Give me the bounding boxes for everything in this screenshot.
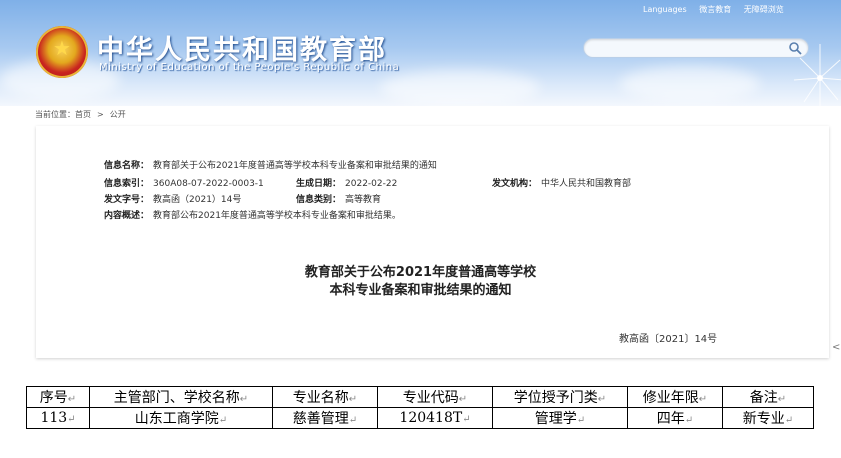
table-header-cell: 序号↵ xyxy=(26,386,90,408)
meta-summary-value: 教育部公布2021年度普通高等学校本科专业备案和审批结果。 xyxy=(153,211,401,221)
meta-category-label: 信息类别： xyxy=(296,195,342,205)
weiyan-link[interactable]: 微言教育 xyxy=(699,5,731,14)
meta-index-label: 信息索引： xyxy=(104,179,150,189)
breadcrumb-public[interactable]: 公开 xyxy=(110,110,126,119)
meta-row-title: 信息名称： 教育部关于公布2021年度普通高等学校本科专业备案和审批结果的通知 xyxy=(104,159,437,173)
site-header: ★ 中华人民共和国教育部 Ministry of Education of th… xyxy=(0,0,841,106)
meta-docno-label: 发文字号： xyxy=(104,195,150,205)
site-subtitle: Ministry of Education of the People's Re… xyxy=(99,62,400,73)
top-links: Languages 微言教育 无障碍浏览 xyxy=(643,4,794,15)
table-header-cell: 主管部门、学校名称↵ xyxy=(89,386,273,408)
breadcrumb-home[interactable]: 首页 xyxy=(75,110,91,119)
national-emblem-icon: ★ xyxy=(36,26,88,78)
meta-title-value: 教育部关于公布2021年度普通高等学校本科专业备案和审批结果的通知 xyxy=(153,161,437,171)
document-title-line1: 教育部关于公布2021年度普通高等学校 xyxy=(304,265,537,280)
meta-date-value: 2022-02-22 xyxy=(345,179,398,189)
search-input[interactable] xyxy=(583,38,809,58)
meta-org-label: 发文机构： xyxy=(492,179,538,189)
table-cell: 113↵ xyxy=(26,407,90,429)
table-cell: 管理学↵ xyxy=(492,407,628,429)
meta-docno-value: 教高函（2021）14号 xyxy=(153,195,242,205)
meta-index-value: 360A08-07-2022-0003-1 xyxy=(153,179,264,189)
table-cell: 120418T↵ xyxy=(377,407,493,429)
meta-row-org: 发文机构： 中华人民共和国教育部 xyxy=(492,177,631,191)
chevron-left-icon[interactable]: < xyxy=(832,342,840,353)
major-table: 序号↵ 主管部门、学校名称↵ 专业名称↵ 专业代码↵ 学位授予门类↵ 修业年限↵… xyxy=(26,386,814,429)
breadcrumb: 当前位置：首页 > 公开 xyxy=(35,109,126,120)
meta-category-value: 高等教育 xyxy=(345,195,382,205)
table-header-cell: 学位授予门类↵ xyxy=(492,386,628,408)
meta-org-value: 中华人民共和国教育部 xyxy=(541,179,632,189)
meta-title-label: 信息名称： xyxy=(104,161,150,171)
document-title-line2: 本科专业备案和审批结果的通知 xyxy=(329,283,512,298)
dandelion-decoration-icon xyxy=(793,44,841,106)
table-cell: 新专业↵ xyxy=(722,407,814,429)
table-header-cell: 备注↵ xyxy=(722,386,814,408)
chevron-right-icon: > xyxy=(97,110,104,119)
breadcrumb-prefix: 当前位置： xyxy=(35,110,75,119)
meta-row-date: 生成日期： 2022-02-22 xyxy=(296,177,397,191)
document-number: 教高函〔2021〕14号 xyxy=(619,334,718,345)
table-cell: 四年↵ xyxy=(627,407,723,429)
accessibility-link[interactable]: 无障碍浏览 xyxy=(744,5,784,14)
meta-date-label: 生成日期： xyxy=(296,179,342,189)
languages-link[interactable]: Languages xyxy=(643,5,687,14)
table-cell: 慈善管理↵ xyxy=(272,407,378,429)
meta-summary-label: 内容概述： xyxy=(104,211,150,221)
meta-row-summary: 内容概述： 教育部公布2021年度普通高等学校本科专业备案和审批结果。 xyxy=(104,209,401,223)
meta-row-category: 信息类别： 高等教育 xyxy=(296,193,381,207)
table-header-cell: 专业代码↵ xyxy=(377,386,493,408)
meta-row-index: 信息索引： 360A08-07-2022-0003-1 xyxy=(104,177,264,191)
table-row: 113↵ 山东工商学院↵ 慈善管理↵ 120418T↵ 管理学↵ 四年↵ 新专业… xyxy=(26,407,814,429)
meta-row-docno: 发文字号： 教高函（2021）14号 xyxy=(104,193,241,207)
table-header-row: 序号↵ 主管部门、学校名称↵ 专业名称↵ 专业代码↵ 学位授予门类↵ 修业年限↵… xyxy=(26,386,814,408)
document-title: 教育部关于公布2021年度普通高等学校 本科专业备案和审批结果的通知 xyxy=(0,264,841,300)
table-header-cell: 修业年限↵ xyxy=(627,386,723,408)
table-header-cell: 专业名称↵ xyxy=(272,386,378,408)
table-cell: 山东工商学院↵ xyxy=(89,407,273,429)
